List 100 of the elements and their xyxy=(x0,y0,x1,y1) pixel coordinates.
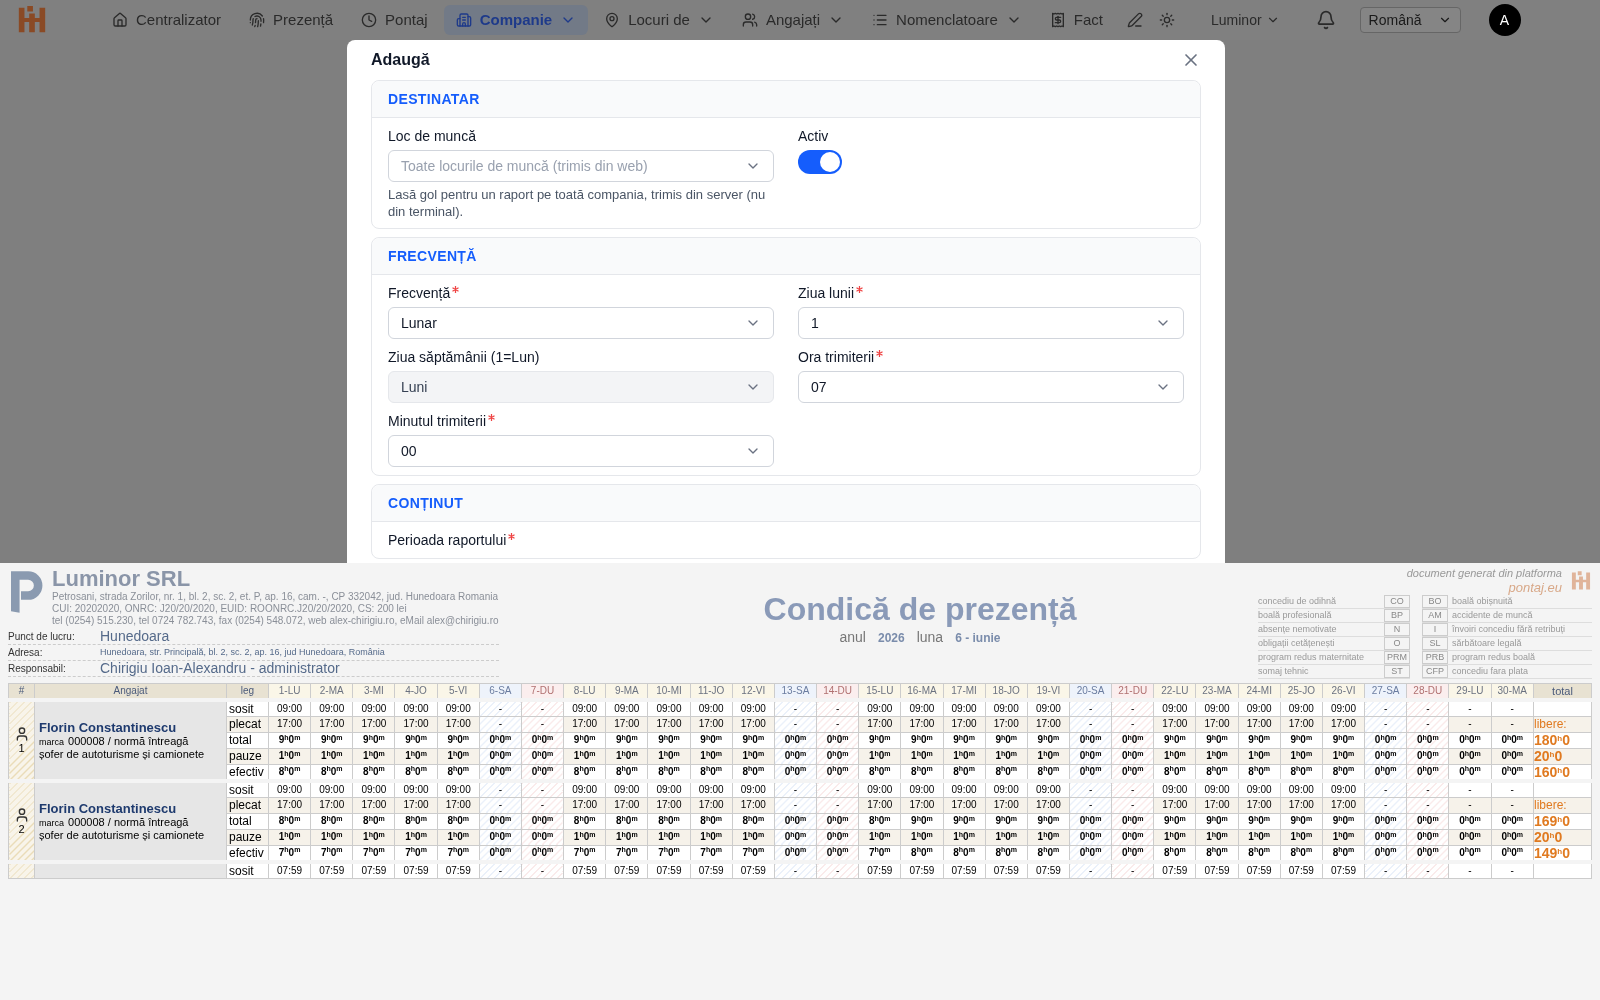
legend-label: program redus boală xyxy=(1452,652,1537,663)
building-icon xyxy=(455,12,472,28)
language-select[interactable]: Română xyxy=(1359,7,1461,33)
table-cell: 1$^{h}$0$^{m}$ xyxy=(352,829,395,845)
table-cell: 9$^{h}$0$^{m}$ xyxy=(858,732,901,748)
table-cell: 9$^{h}$0$^{m}$ xyxy=(732,732,775,748)
table-cell: - xyxy=(1491,861,1534,878)
table-cell: - xyxy=(816,780,859,797)
table-cell: 1$^{h}$0$^{m}$ xyxy=(1027,829,1070,845)
legend-code: N xyxy=(1384,623,1410,636)
table-cell: 09:00 xyxy=(605,699,648,716)
table-cell: 9$^{h}$0$^{m}$ xyxy=(563,732,606,748)
table-cell: - xyxy=(1491,716,1534,732)
nav-item[interactable]: Companie xyxy=(443,5,589,35)
field-label: Ziua săptămânii (1=Lun) xyxy=(388,348,540,367)
marca-label: marca xyxy=(39,735,64,748)
table-cell: - xyxy=(816,699,859,716)
column-header: 28-DU xyxy=(1406,683,1449,700)
table-cell: 1$^{h}$0$^{m}$ xyxy=(394,748,438,764)
table-cell: 1$^{h}$0$^{m}$ xyxy=(647,748,691,764)
select-field[interactable]: 00 xyxy=(388,435,774,467)
field-label: Ora trimiterii xyxy=(798,348,875,367)
select-field[interactable]: 07 xyxy=(798,371,1184,403)
legend-code: PRM xyxy=(1384,651,1410,664)
table-cell: - xyxy=(1364,699,1407,716)
row-number: 1 xyxy=(18,742,25,754)
user-avatar[interactable]: A xyxy=(1488,4,1521,36)
section-title: DESTINATAR xyxy=(388,91,480,107)
column-header: leg xyxy=(226,683,269,700)
table-cell: 8$^{h}$0$^{m}$ xyxy=(310,813,353,829)
table-cell: 9$^{h}$0$^{m}$ xyxy=(900,813,943,829)
table-cell: 9$^{h}$0$^{m}$ xyxy=(310,732,353,748)
column-header: 25-JO xyxy=(1280,683,1323,700)
table-cell: 0$^{h}$0$^{m}$ xyxy=(1448,748,1492,764)
table-cell: 1$^{h}$0$^{m}$ xyxy=(858,748,901,764)
select-field[interactable]: Toate locurile de muncă (trimis din web) xyxy=(388,150,774,182)
nav-item[interactable]: Fact xyxy=(1037,5,1115,35)
marca-label: marca xyxy=(39,816,64,829)
table-cell: 17:00 xyxy=(352,797,395,813)
table-cell: 07:59 xyxy=(1027,861,1070,878)
table-cell: 0$^{h}$0$^{m}$ xyxy=(1491,813,1534,829)
total-cell: 149$^{h}$0 xyxy=(1533,845,1592,862)
legend-label: sărbătoare legală xyxy=(1452,638,1523,649)
column-header: 16-MA xyxy=(900,683,943,700)
column-header: 19-VI xyxy=(1027,683,1070,700)
leg-label: pauze xyxy=(226,748,269,764)
legend-code: O xyxy=(1384,637,1410,650)
nav-item[interactable]: Nomenclatoare xyxy=(860,5,1034,35)
table-cell: 8$^{h}$0$^{m}$ xyxy=(690,813,733,829)
column-header: 11-JO xyxy=(690,683,733,700)
table-cell: 1$^{h}$0$^{m}$ xyxy=(563,829,606,845)
company-menu[interactable]: Luminor xyxy=(1211,10,1280,30)
month-value: 6 - iunie xyxy=(955,630,1001,647)
table-cell: 1$^{h}$0$^{m}$ xyxy=(352,748,395,764)
table-cell: 9$^{h}$0$^{m}$ xyxy=(437,732,480,748)
sun-icon[interactable] xyxy=(1159,12,1175,28)
toggle-switch[interactable] xyxy=(798,150,842,174)
table-cell: - xyxy=(479,699,522,716)
table-cell: 17:00 xyxy=(563,716,606,732)
table-cell: 0$^{h}$0$^{m}$ xyxy=(1491,732,1534,748)
notification-bell-icon[interactable] xyxy=(1315,10,1336,30)
nav-item[interactable]: Pontaj xyxy=(349,5,440,35)
table-cell: 09:00 xyxy=(437,699,480,716)
table-cell: 9$^{h}$0$^{m}$ xyxy=(985,732,1028,748)
pen-icon[interactable] xyxy=(1127,12,1143,28)
table-cell: 8$^{h}$0$^{m}$ xyxy=(394,813,438,829)
table-cell: 07:59 xyxy=(1322,861,1365,878)
select-field[interactable]: Lunar xyxy=(388,307,774,339)
table-cell: 09:00 xyxy=(943,699,986,716)
table-cell: 07:59 xyxy=(352,861,395,878)
leg-label: sosit xyxy=(226,861,269,878)
table-cell: 1$^{h}$0$^{m}$ xyxy=(732,829,775,845)
legend-label: boală obișnuită xyxy=(1452,596,1514,607)
nav-item[interactable]: Locuri de xyxy=(592,5,726,35)
table-cell: - xyxy=(1448,780,1492,797)
table-cell: 17:00 xyxy=(310,716,353,732)
nav-item[interactable]: Prezență xyxy=(237,5,346,35)
legend-code: BO xyxy=(1422,595,1448,608)
column-header: 23-MA xyxy=(1195,683,1239,700)
select-field[interactable]: 1 xyxy=(798,307,1184,339)
nav-item[interactable]: Centralizator xyxy=(100,5,234,35)
table-cell: 17:00 xyxy=(1322,797,1365,813)
table-cell: 07:59 xyxy=(437,861,480,878)
platform-logo-icon xyxy=(1570,570,1592,592)
total-cell: 20$^{h}$0 xyxy=(1533,829,1592,845)
table-cell: 07:59 xyxy=(1153,861,1196,878)
table-cell: 8$^{h}$0$^{m}$ xyxy=(605,813,648,829)
table-cell: 07:59 xyxy=(900,861,943,878)
table-cell: 09:00 xyxy=(1322,699,1365,716)
legend-code: SL xyxy=(1422,637,1448,650)
table-cell: 09:00 xyxy=(690,780,733,797)
table-cell: 17:00 xyxy=(605,716,648,732)
nav-item[interactable]: Angajați xyxy=(729,5,857,35)
table-cell: - xyxy=(479,780,522,797)
table-cell: 9$^{h}$0$^{m}$ xyxy=(943,732,986,748)
table-cell: 07:59 xyxy=(310,861,353,878)
legend-label: concediu fara plata xyxy=(1452,666,1530,677)
column-header: 24-MI xyxy=(1238,683,1281,700)
table-cell: 1$^{h}$0$^{m}$ xyxy=(1027,748,1070,764)
table-cell: 9$^{h}$0$^{m}$ xyxy=(268,732,311,748)
